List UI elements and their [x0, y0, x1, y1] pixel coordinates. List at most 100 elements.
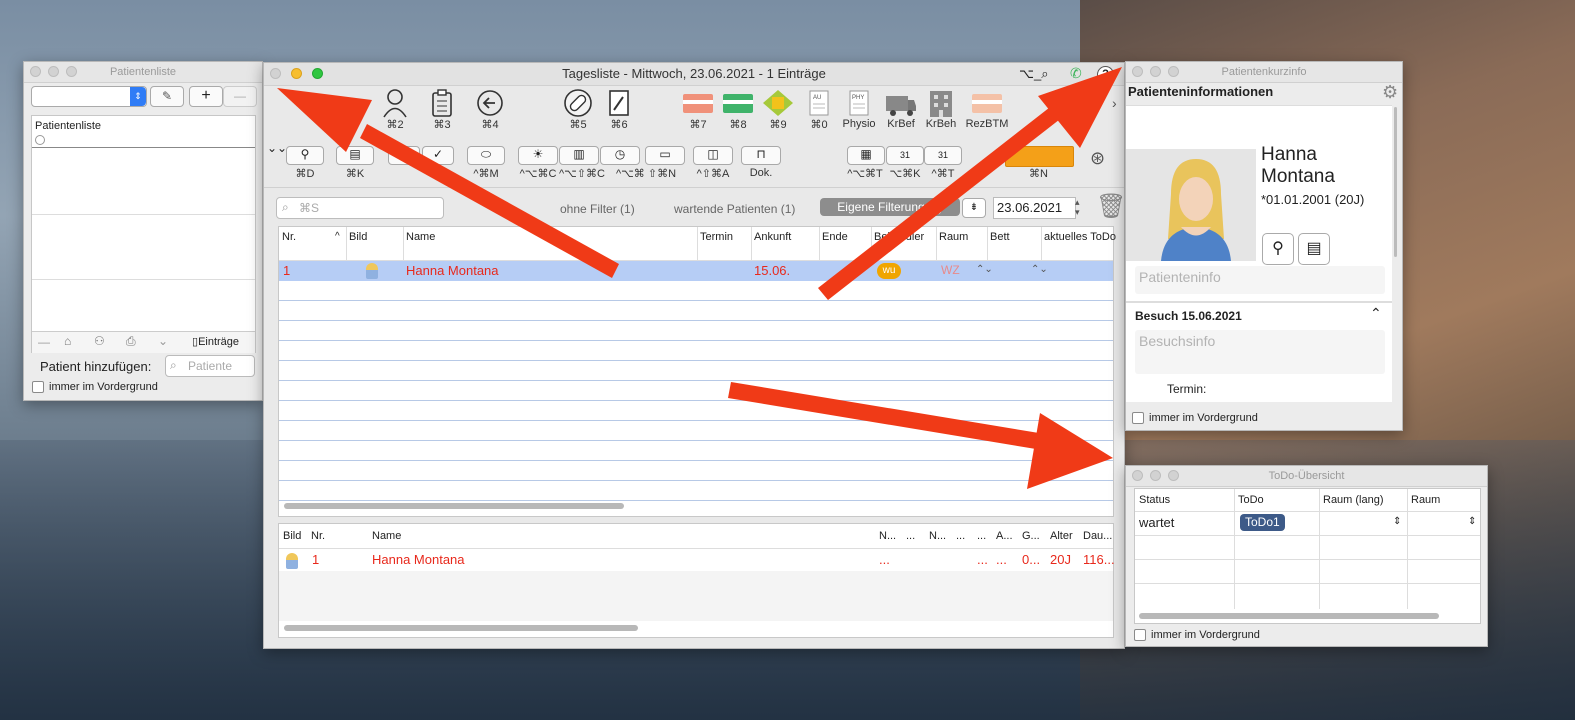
list-selector-popup[interactable]: ⇕ — [31, 86, 147, 107]
toolbar-button-card-red[interactable]: ⌘7 — [680, 88, 716, 131]
globe-check-icon[interactable]: ⊛ — [1090, 148, 1105, 169]
horizontal-scrollbar[interactable] — [284, 503, 624, 509]
bottom-horizontal-scrollbar[interactable] — [284, 625, 638, 631]
col-header-raum[interactable]: Raum — [939, 231, 968, 243]
home-icon[interactable]: ⌂ — [64, 334, 71, 348]
col-header-ankunft[interactable]: Ankunft — [754, 231, 791, 243]
orange-new-button[interactable] — [1005, 146, 1074, 167]
table-row[interactable]: wartet ToDo1 ⇕ ⇕ — [1135, 512, 1480, 536]
col-header-todo[interactable]: ToDo — [1238, 489, 1264, 511]
foreground-checkbox[interactable]: immer im Vordergrund — [1132, 412, 1258, 425]
col-header-bett[interactable]: Bett — [990, 231, 1010, 243]
toolbar-button-krbeh[interactable]: KrBeh — [922, 88, 960, 130]
pill-small-button[interactable]: ⬭ — [467, 146, 505, 165]
minimize-button[interactable] — [1150, 66, 1161, 77]
raum-stepper[interactable]: ⇕ — [1468, 516, 1476, 527]
filter-dropdown-button[interactable]: ⇟ — [962, 198, 986, 218]
col-header-behandler[interactable]: Behandler — [874, 231, 924, 243]
calendar-31-alt-button[interactable]: 31 — [924, 146, 962, 165]
close-button[interactable] — [1132, 66, 1143, 77]
col-header-ende[interactable]: Ende — [822, 231, 848, 243]
toolbar-button-pill[interactable]: ⌘5 — [561, 88, 595, 131]
todo-badge[interactable]: ToDo1 — [1240, 514, 1285, 531]
patient-list-table[interactable]: Patientenliste — ⌂ ⚇ ⎙ ⌄ ▯Einträge — [31, 115, 256, 353]
shortcut-search-icon[interactable]: ⌥_⌕ — [1019, 66, 1049, 82]
close-button[interactable] — [270, 68, 281, 79]
toolbar-button-au[interactable]: AU ⌘0 — [802, 88, 836, 131]
kurzinfo-scrollbar[interactable] — [1394, 107, 1397, 257]
calendar-add-button[interactable]: ▦ — [847, 146, 885, 165]
col-header-raum-lang[interactable]: Raum (lang) — [1323, 489, 1384, 511]
raum-stepper[interactable]: ⌃⌄ — [976, 264, 993, 275]
bottom-table[interactable]: Bild Nr. Name N... ... N... ... ... A...… — [278, 523, 1115, 638]
search-field[interactable]: ⌕ ⌘S — [276, 197, 444, 219]
minimize-button[interactable] — [48, 66, 59, 77]
foreground-checkbox[interactable]: immer im Vordergrund — [32, 381, 158, 394]
toolbar-button-clipboard[interactable]: ⌘3 — [425, 88, 459, 131]
edit-button[interactable]: ✎ — [150, 86, 184, 107]
minimize-button[interactable] — [1150, 470, 1161, 481]
remove-button[interactable]: — — [223, 86, 257, 107]
clock-button[interactable]: ◷ — [600, 146, 640, 165]
gear-icon[interactable]: ⚙ — [1382, 82, 1398, 103]
layers-button[interactable]: ◫ — [693, 146, 733, 165]
toolbar-button-physio[interactable]: PHY Physio — [840, 88, 878, 130]
clipboard-alt-button[interactable]: ▥ — [559, 146, 599, 165]
bett-stepper[interactable]: ⌃⌄ — [1031, 264, 1048, 275]
minimize-button[interactable] — [291, 68, 302, 79]
col-header-name[interactable]: Name — [406, 231, 435, 243]
collapse-chevron-icon[interactable]: ⌄⌄ — [267, 141, 287, 155]
filter-waiting-tab[interactable]: wartende Patienten (1) — [674, 202, 795, 216]
toolbar-overflow-icon[interactable]: › — [1112, 95, 1117, 111]
zoom-button[interactable] — [1168, 66, 1179, 77]
zoom-button[interactable] — [66, 66, 77, 77]
chevron-down-icon[interactable]: ⌄ — [158, 334, 168, 348]
documents-button[interactable]: ⊓ — [741, 146, 781, 165]
col-header-termin[interactable]: Termin — [700, 231, 733, 243]
phone-icon[interactable]: ✆ — [1070, 65, 1082, 82]
patient-button[interactable]: ⚲ — [286, 146, 324, 165]
filter-own-tab[interactable]: Eigene Filterung (1) — [820, 198, 960, 216]
toolbar-button-rezbtm[interactable]: RezBTM — [964, 88, 1010, 130]
col-header-bild[interactable]: Bild — [349, 231, 367, 243]
trash-icon[interactable]: 🗑 — [1096, 192, 1124, 221]
toolbar-button-krbef[interactable]: KrBef — [882, 88, 920, 130]
clipboard-button[interactable]: ▤ — [1298, 233, 1330, 265]
visitinfo-field[interactable]: Besuchsinfo — [1135, 330, 1385, 374]
close-button[interactable] — [1132, 470, 1143, 481]
toolbar-button-back[interactable]: ⌘4 — [473, 88, 507, 131]
add-person-icon[interactable]: ⚇ — [94, 334, 105, 348]
col-header-status[interactable]: Status — [1139, 489, 1170, 511]
toolbar-button-shape[interactable]: ⌘9 — [760, 88, 796, 131]
patient-button[interactable]: ⚲ — [1262, 233, 1294, 265]
table-row[interactable]: 1 Hanna Montana ... ... ... 0... 20J 116… — [279, 549, 1115, 571]
chat-button[interactable]: ▭ — [645, 146, 685, 165]
zoom-button[interactable] — [312, 68, 323, 79]
help-icon[interactable]: ? — [1097, 66, 1114, 83]
print-icon[interactable]: ⎙ — [126, 334, 136, 349]
collapse-chevron-icon[interactable]: ⌃ — [1370, 305, 1382, 322]
todo-horizontal-scrollbar[interactable] — [1139, 613, 1439, 619]
toolbar-button-person[interactable]: ⌘2 — [378, 88, 412, 131]
close-button[interactable] — [30, 66, 41, 77]
add-patient-search[interactable]: ⌕ Patiente — [165, 355, 255, 377]
patientinfo-field[interactable]: Patienteninfo — [1135, 266, 1385, 294]
zoom-button[interactable] — [1168, 470, 1179, 481]
zoom-add-button[interactable]: ⊕ — [388, 146, 420, 165]
clipboard-button[interactable]: ▤ — [336, 146, 374, 165]
foreground-checkbox[interactable]: immer im Vordergrund — [1134, 629, 1260, 642]
table-row[interactable]: 1 Hanna Montana 15.06. wu WZ ⌃⌄ ⌃⌄ — [279, 261, 1113, 281]
minus-small-icon[interactable]: — — [38, 335, 50, 349]
calendar-31-button[interactable]: 31 — [886, 146, 924, 165]
add-button[interactable]: + — [189, 86, 223, 107]
alarm-light-button[interactable]: ☀ — [518, 146, 558, 165]
stethoscope-icon[interactable]: ⚕ — [299, 88, 310, 113]
todo-table[interactable]: Status ToDo Raum (lang) Raum wartet ToDo… — [1134, 488, 1481, 624]
tagesliste-table[interactable]: Nr. ^ Bild Name Termin Ankunft Ende Beha… — [278, 226, 1116, 517]
raum-lang-stepper[interactable]: ⇕ — [1393, 516, 1401, 527]
date-field[interactable]: 23.06.2021 — [993, 197, 1076, 219]
date-stepper[interactable]: ▴ ▾ — [1075, 197, 1085, 217]
col-header-todo[interactable]: aktuelles ToDo — [1044, 231, 1116, 243]
check-button[interactable]: ✓ — [422, 146, 454, 165]
toolbar-button-card-green[interactable]: ⌘8 — [720, 88, 756, 131]
